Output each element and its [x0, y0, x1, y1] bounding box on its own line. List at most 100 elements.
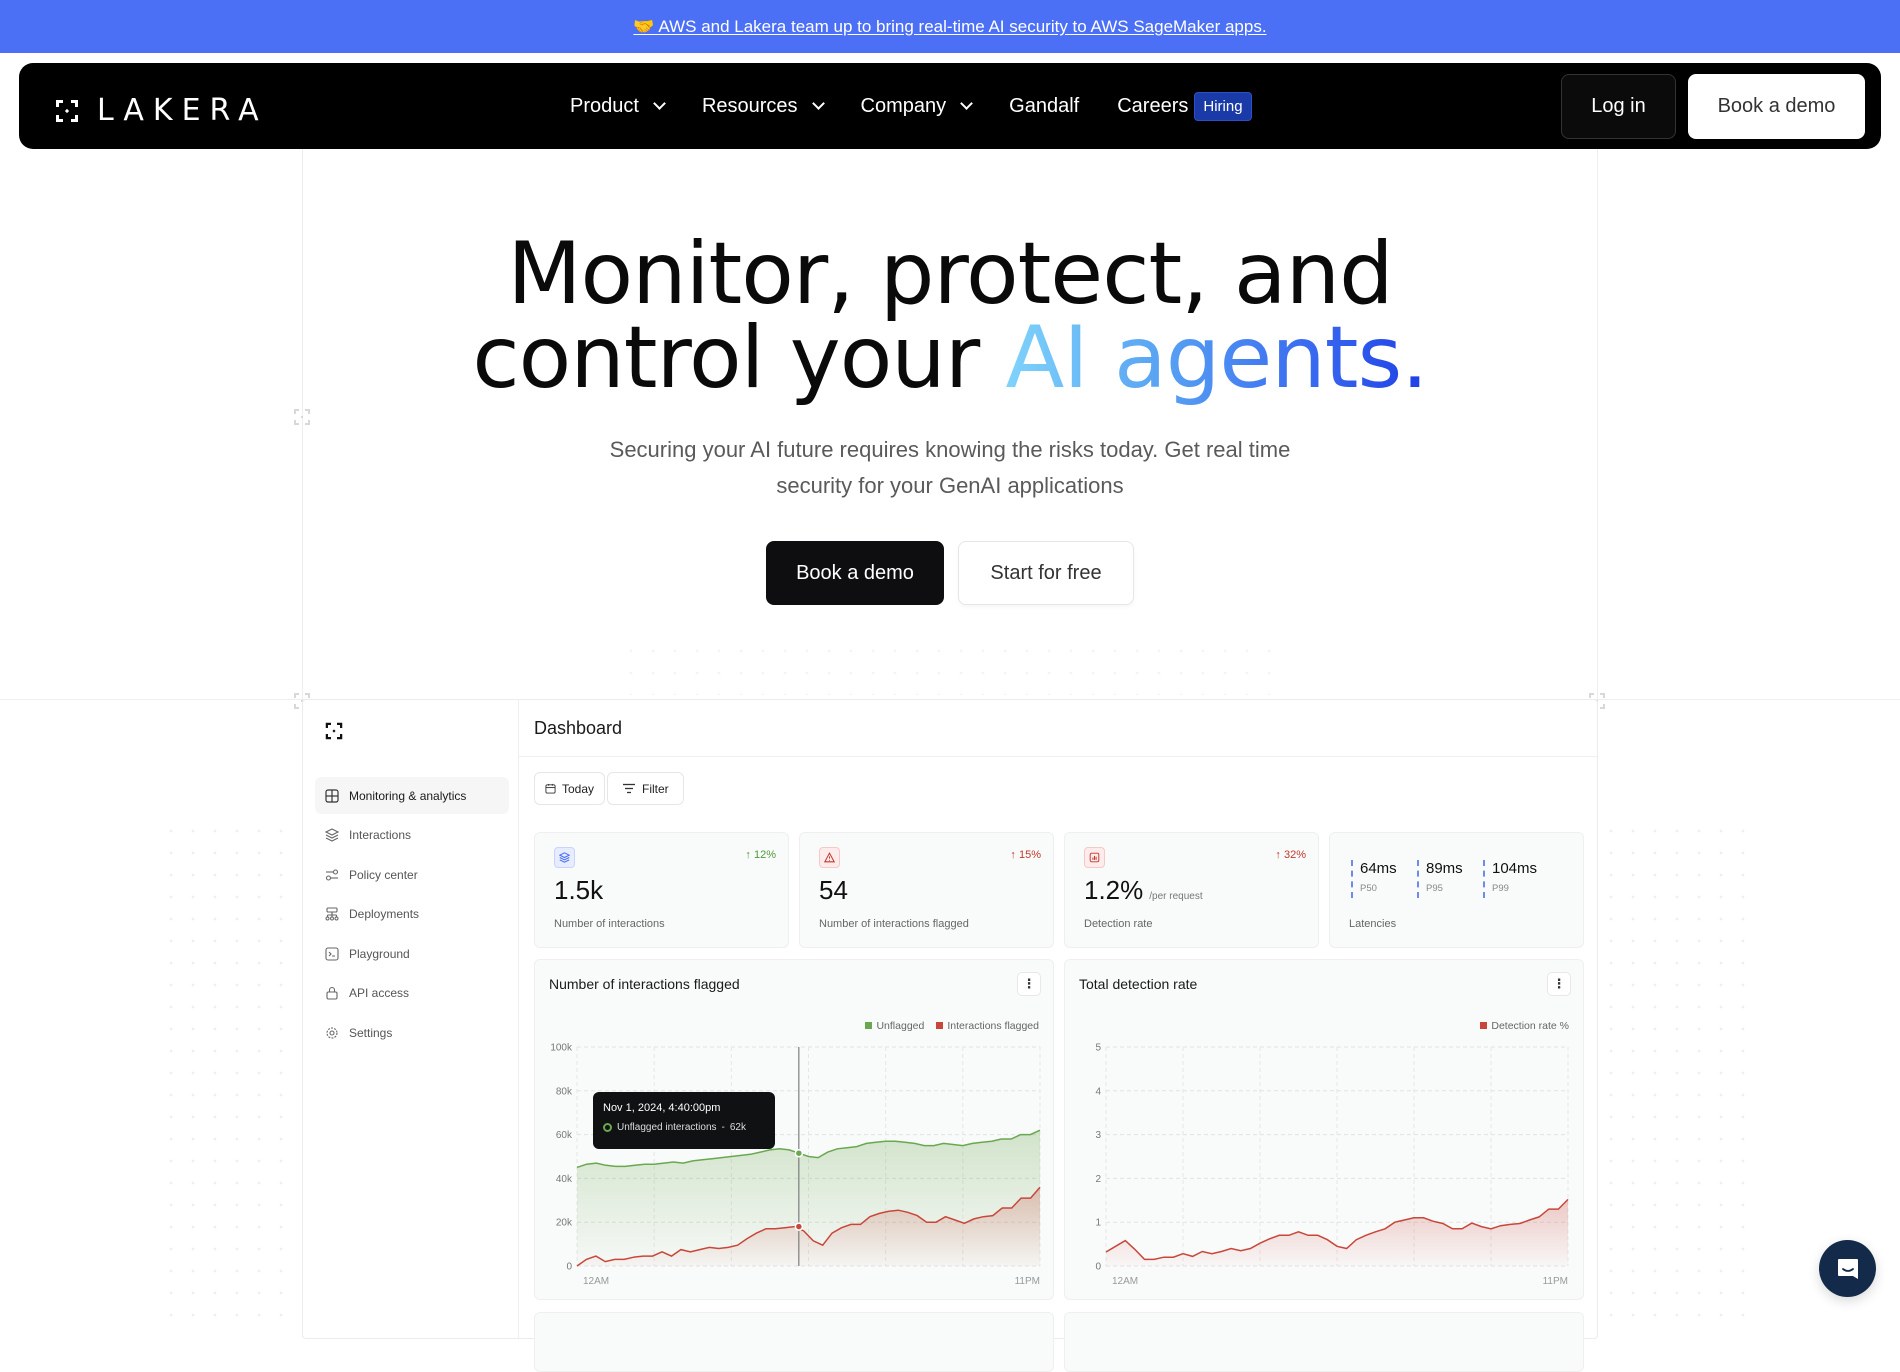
x-tick-label: 11PM	[1543, 1276, 1568, 1287]
latency-value: 104ms	[1492, 860, 1538, 877]
date-range-label: Today	[562, 781, 595, 796]
nav-company[interactable]: Company	[860, 94, 974, 118]
chart-card-flagged: Number of interactions flagged ⋮ Unflagg…	[534, 959, 1054, 1300]
filter-button[interactable]: Filter	[607, 772, 684, 805]
divider	[519, 756, 1597, 757]
chevron-down-icon	[653, 97, 666, 110]
start-free-button[interactable]: Start for free	[958, 541, 1134, 605]
sidebar-item-monitoring[interactable]: Monitoring & analytics	[315, 777, 509, 814]
hover-point-flagged	[794, 1222, 804, 1231]
sidebar-item-deployments[interactable]: Deployments	[315, 896, 509, 933]
filter-icon	[623, 783, 635, 794]
arrow-up-icon: ↑	[1010, 849, 1019, 861]
sidebar-item-label: Settings	[349, 1025, 393, 1040]
sidebar-item-settings[interactable]: Settings	[315, 1014, 509, 1051]
date-range-button[interactable]: Today	[534, 772, 606, 805]
sidebar-item-interactions[interactable]: Interactions	[315, 817, 509, 854]
filter-label: Filter	[642, 781, 669, 796]
y-tick-label: 1	[1095, 1218, 1101, 1229]
sidebar-item-label: Deployments	[349, 907, 420, 921]
latency-percentile: P50	[1360, 883, 1377, 894]
stat-value: 1.2% /per request	[1084, 875, 1203, 906]
y-tick-label: 20k	[556, 1218, 573, 1229]
chart-card-lower-right	[1064, 1312, 1584, 1372]
stat-delta-value: 15%	[1018, 849, 1041, 861]
y-tick-label: 0	[566, 1262, 572, 1273]
nav-careers[interactable]: Careers Hiring	[1117, 91, 1252, 121]
nav-gandalf[interactable]: Gandalf	[1009, 95, 1079, 118]
stat-value-number: 1.2%	[1084, 875, 1144, 905]
dashboard-main: Dashboard Today Filter ↑ 12% 1.5k Number…	[519, 700, 1597, 1372]
y-tick-label: 40k	[556, 1174, 573, 1185]
hero-title-line2: control your AI agents.	[0, 315, 1900, 401]
hero-title: Monitor, protect, and control your AI ag…	[0, 231, 1900, 401]
stat-label: Detection rate	[1084, 918, 1153, 930]
stat-delta-value: 12%	[753, 849, 776, 861]
nav-resources[interactable]: Resources	[701, 94, 825, 118]
announcement-text: AWS and Lakera team up to bring real-tim…	[658, 16, 1267, 36]
stat-label: Number of interactions	[554, 918, 665, 930]
hero-title-accent: AI agents.	[1005, 308, 1429, 408]
hero-book-demo-button[interactable]: Book a demo	[766, 541, 944, 605]
sidebar-item-policy-center[interactable]: Policy center	[315, 856, 509, 893]
stat-delta-value: 32%	[1283, 849, 1306, 861]
sidebar-menu: Monitoring & analytics Interactions Poli…	[315, 777, 509, 1054]
latency-value: 64ms	[1360, 860, 1397, 877]
nav-company-label: Company	[860, 94, 947, 117]
latency-percentile: P95	[1426, 883, 1443, 894]
latency-percentile: P99	[1492, 883, 1509, 894]
sidebar-item-playground[interactable]: Playground	[315, 935, 509, 972]
lakera-logo[interactable]: LAKERA	[55, 93, 268, 128]
arrow-up-icon: ↑	[745, 849, 754, 861]
dashboard-preview: Monitoring & analytics Interactions Poli…	[302, 699, 1598, 1372]
lakera-mark-icon	[325, 722, 343, 740]
grid-icon	[325, 788, 339, 803]
stat-card-interactions: ↑ 12% 1.5k Number of interactions	[534, 832, 789, 948]
sidebar-item-label: API access	[349, 986, 410, 1000]
dot-pattern	[620, 640, 1280, 695]
hiring-badge: Hiring	[1194, 91, 1252, 121]
login-button[interactable]: Log in	[1561, 74, 1676, 139]
stat-delta: ↑ 12%	[745, 849, 776, 861]
nav-links: Product Resources Company Gandalf Career…	[570, 63, 1252, 149]
chart-icon	[1084, 847, 1105, 868]
announcement-link[interactable]: 🤝 AWS and Lakera team up to bring real-t…	[633, 17, 1266, 37]
layers-icon	[554, 847, 575, 868]
top-navigation: LAKERA Product Resources Company Gandalf…	[19, 63, 1881, 149]
stat-label: Latencies	[1349, 918, 1397, 930]
dot-pattern	[1600, 820, 1760, 1321]
stat-delta: ↑ 15%	[1010, 849, 1041, 861]
x-tick-label: 11PM	[1015, 1276, 1040, 1287]
nav-product[interactable]: Product	[570, 94, 666, 118]
tooltip-series: Unflagged interactions	[617, 1122, 717, 1133]
latency-p95: 89ms P95	[1417, 860, 1463, 898]
detection-rate-chart-plot[interactable]: 0 1 2 3 4 5 12AM 11PM	[1065, 960, 1585, 1301]
y-tick-label: 60k	[556, 1130, 573, 1141]
stat-card-flagged: ↑ 15% 54 Number of interactions flagged	[799, 832, 1054, 948]
dashboard-sidebar: Monitoring & analytics Interactions Poli…	[303, 700, 519, 1338]
sidebar-item-label: Monitoring & analytics	[349, 788, 467, 803]
tooltip-sep: -	[721, 1122, 725, 1133]
network-icon	[325, 907, 339, 921]
tooltip-value: 62k	[729, 1122, 746, 1133]
stat-value: 54	[819, 875, 848, 905]
latency-value: 89ms	[1426, 860, 1463, 877]
announcement-banner: 🤝 AWS and Lakera team up to bring real-t…	[0, 0, 1900, 53]
handshake-icon: 🤝	[633, 16, 655, 36]
terminal-icon	[325, 946, 339, 961]
sidebar-item-api-access[interactable]: API access	[315, 975, 509, 1012]
y-tick-label: 3	[1095, 1130, 1101, 1141]
chat-launcher-button[interactable]	[1819, 1240, 1876, 1297]
sidebar-item-label: Playground	[349, 946, 410, 961]
nav-book-demo-button[interactable]: Book a demo	[1688, 74, 1865, 139]
y-tick-label: 80k	[556, 1086, 573, 1097]
sidebar-item-label: Interactions	[349, 828, 412, 842]
logo-wordmark: LAKERA	[97, 93, 268, 128]
nav-resources-label: Resources	[701, 94, 798, 117]
hero-title-plain: control your	[472, 308, 1006, 408]
y-tick-label: 0	[1095, 1262, 1101, 1273]
warning-icon	[819, 847, 840, 868]
arrow-up-icon: ↑	[1275, 849, 1284, 861]
nav-product-label: Product	[570, 94, 639, 117]
nav-careers-label: Careers	[1117, 94, 1189, 117]
